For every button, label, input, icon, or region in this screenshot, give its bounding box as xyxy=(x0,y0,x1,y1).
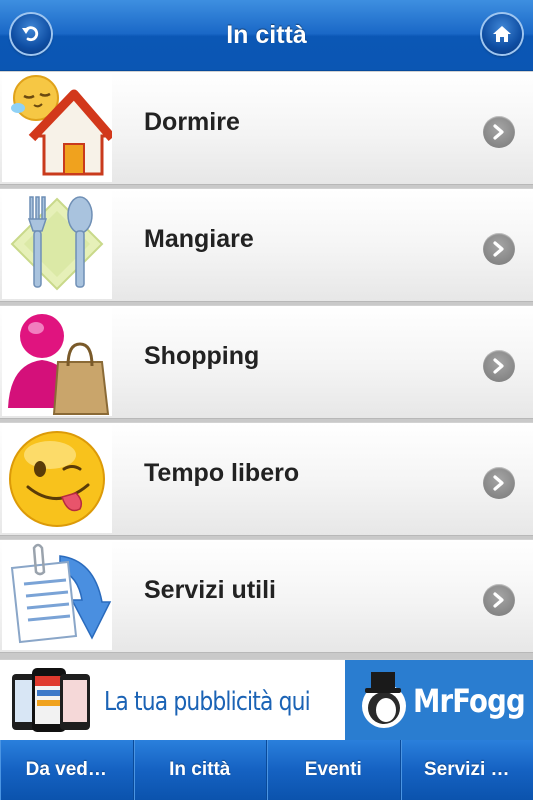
chevron-right-icon xyxy=(483,467,515,499)
menu-item-label: Servizi utili xyxy=(144,576,276,604)
menu-item-tempo-libero[interactable]: Tempo libero xyxy=(0,422,533,536)
menu-item-label: Tempo libero xyxy=(144,459,300,487)
menu-list: Dormire Mangiare Shopping Tempo libero S… xyxy=(0,71,533,653)
document-arrow-icon xyxy=(2,542,112,650)
winking-smiley-icon xyxy=(2,425,112,533)
menu-item-mangiare[interactable]: Mangiare xyxy=(0,188,533,302)
ad-banner[interactable]: La tua pubblicità qui MrFogg xyxy=(0,659,533,740)
brand-logo: MrFogg xyxy=(345,660,533,740)
menu-item-label: Dormire xyxy=(144,108,240,136)
menu-item-label: Shopping xyxy=(144,342,260,370)
chevron-right-icon xyxy=(483,116,515,148)
top-bar: In città xyxy=(0,0,533,70)
tab-bar: Da ved… In città Eventi Servizi … xyxy=(0,740,533,800)
chevron-right-icon xyxy=(483,233,515,265)
page-title: In città xyxy=(226,21,307,49)
ad-text: La tua pubblicità qui xyxy=(104,687,311,717)
tab-in-citta[interactable]: In città xyxy=(134,740,267,800)
smartphones-icon xyxy=(10,664,96,736)
menu-item-dormire[interactable]: Dormire xyxy=(0,71,533,185)
tab-servizi[interactable]: Servizi … xyxy=(401,740,533,800)
shopper-bag-icon xyxy=(2,308,112,416)
tab-eventi[interactable]: Eventi xyxy=(267,740,401,800)
chevron-right-icon xyxy=(483,584,515,616)
menu-item-servizi-utili[interactable]: Servizi utili xyxy=(0,539,533,653)
fork-spoon-plate-icon xyxy=(2,191,112,299)
chevron-right-icon xyxy=(483,350,515,382)
menu-item-label: Mangiare xyxy=(144,225,254,253)
home-icon xyxy=(493,26,511,42)
brand-name: MrFogg xyxy=(413,682,526,720)
top-hat-mascot-icon xyxy=(362,672,406,728)
home-button[interactable] xyxy=(482,14,522,54)
menu-item-shopping[interactable]: Shopping xyxy=(0,305,533,419)
sleeping-house-icon xyxy=(2,74,116,182)
tab-da-vedere[interactable]: Da ved… xyxy=(0,740,134,800)
